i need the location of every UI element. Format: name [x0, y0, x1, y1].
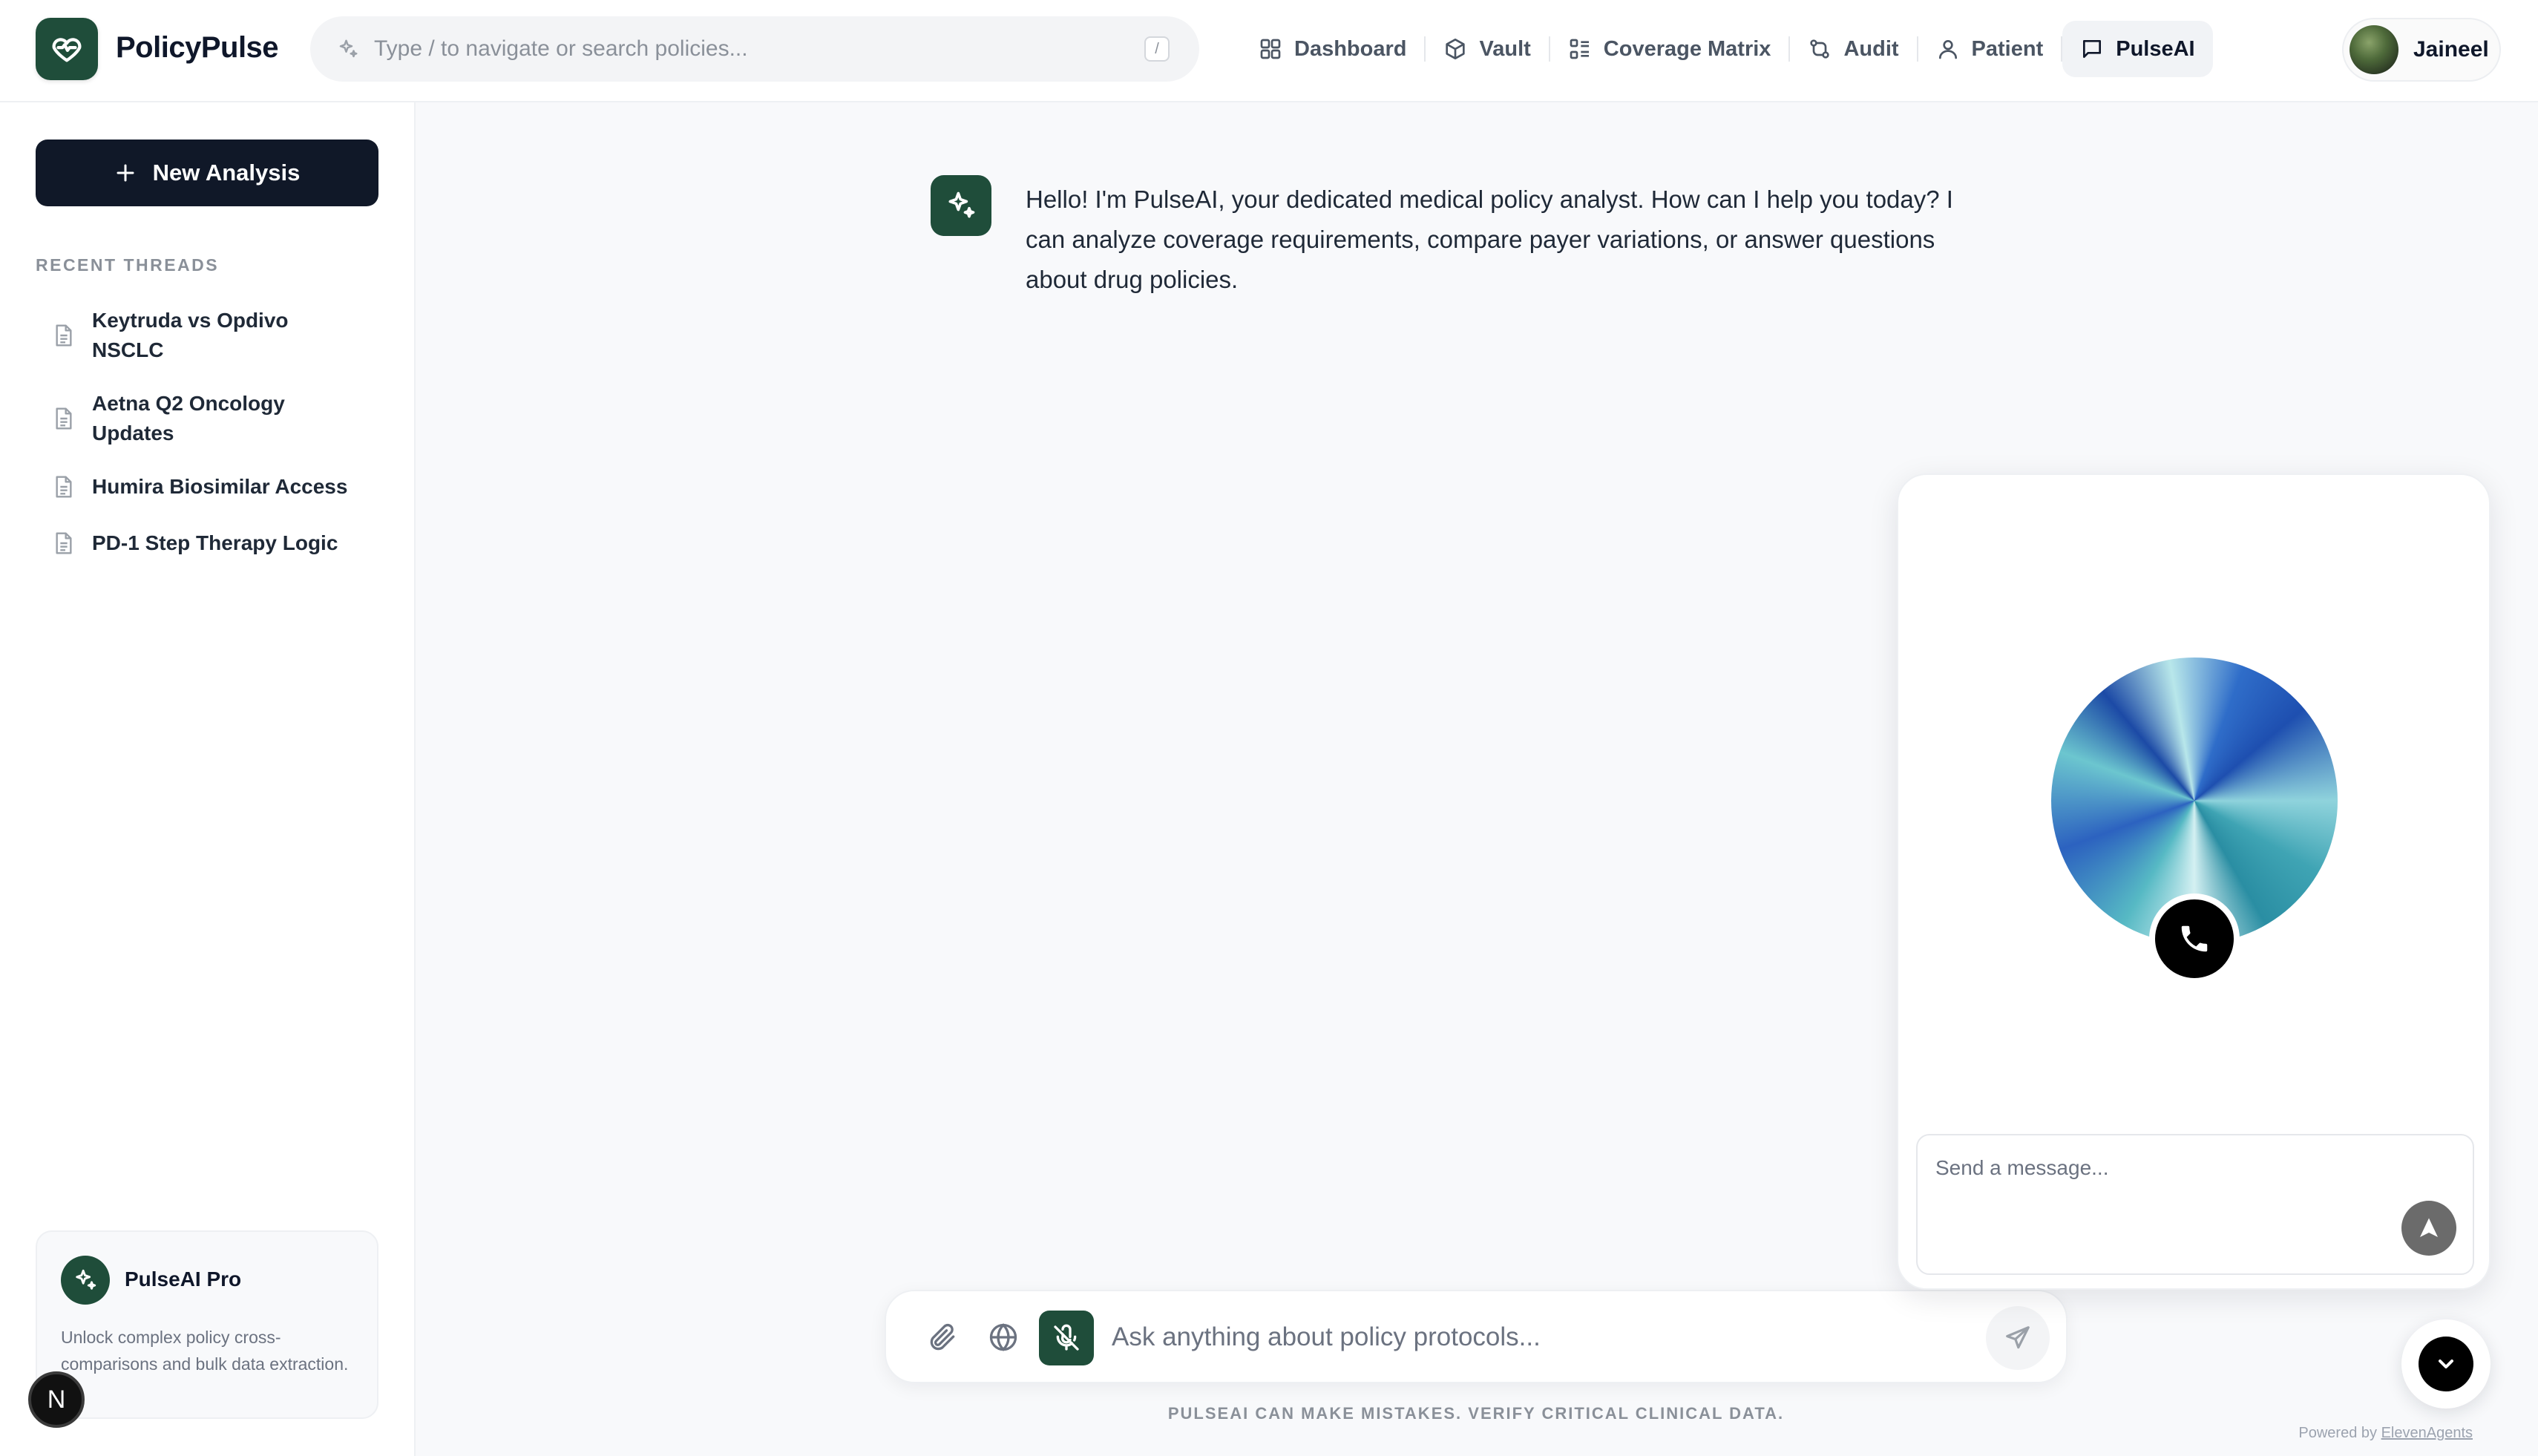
widget-send-button[interactable]	[2401, 1201, 2456, 1256]
send-icon	[2004, 1324, 2032, 1352]
phone-icon	[2177, 922, 2211, 956]
widget-input-placeholder: Send a message...	[1935, 1156, 2109, 1179]
plus-icon	[114, 162, 153, 184]
search-input[interactable]: Type / to navigate or search policies...	[374, 36, 1144, 62]
nav-coverage-matrix[interactable]: Coverage Matrix	[1550, 21, 1789, 77]
nav-dashboard[interactable]: Dashboard	[1241, 21, 1424, 77]
chat-composer: Ask anything about policy protocols...	[885, 1290, 2068, 1383]
user-icon	[1936, 37, 1972, 61]
nav-label: PulseAI	[2116, 36, 2195, 61]
nav-label: Audit	[1843, 36, 1899, 61]
nav-audit[interactable]: Audit	[1790, 21, 1916, 77]
thread-label: Aetna Q2 Oncology Updates	[92, 392, 285, 445]
powered-link[interactable]: ElevenAgents	[2381, 1425, 2473, 1441]
widget-toggle-button[interactable]	[2401, 1319, 2491, 1409]
nav-vault[interactable]: Vault	[1426, 21, 1548, 77]
globe-icon[interactable]	[987, 1321, 1020, 1354]
nav-label: Coverage Matrix	[1603, 36, 1771, 61]
recent-threads-heading: RECENT THREADS	[36, 255, 220, 275]
nav-patient[interactable]: Patient	[1918, 21, 2062, 77]
arrow-up-icon	[2416, 1215, 2442, 1242]
brand-name: PolicyPulse	[116, 31, 279, 64]
sparkle-icon	[337, 38, 359, 60]
dev-tools-badge[interactable]: N	[28, 1371, 85, 1428]
sidebar: New Analysis RECENT THREADS Keytruda vs …	[0, 102, 416, 1456]
new-analysis-button[interactable]: New Analysis	[36, 140, 378, 206]
global-search[interactable]: Type / to navigate or search policies...…	[310, 16, 1199, 82]
thread-label: Humira Biosimilar Access	[92, 475, 348, 498]
thread-label: Keytruda vs Opdivo NSCLC	[92, 309, 289, 361]
nav-label: Patient	[1971, 36, 2044, 61]
pro-title: PulseAI Pro	[125, 1268, 242, 1291]
disclaimer-text: PULSEAI CAN MAKE MISTAKES. VERIFY CRITIC…	[1167, 1404, 1785, 1423]
user-name: Jaineel	[2413, 37, 2489, 62]
assistant-avatar	[931, 175, 991, 236]
sparkle-icon	[61, 1256, 110, 1305]
paperclip-icon[interactable]	[926, 1321, 959, 1354]
mic-off-icon	[1052, 1323, 1081, 1353]
main-nav: Dashboard Vault Coverage Matrix Audit Pa…	[1241, 19, 2213, 79]
assistant-message: Hello! I'm PulseAI, your dedicated medic…	[1026, 186, 1953, 293]
thread-item[interactable]: PD-1 Step Therapy Logic	[36, 515, 378, 571]
git-compare-icon	[1808, 37, 1843, 61]
user-menu[interactable]: Jaineel	[2342, 18, 2501, 82]
document-icon	[53, 475, 92, 499]
pro-description: Unlock complex policy cross-comparisons …	[61, 1328, 349, 1374]
nav-pulseai[interactable]: PulseAI	[2062, 21, 2213, 77]
nav-label: Vault	[1479, 36, 1531, 61]
top-header: PolicyPulse Type / to navigate or search…	[0, 0, 2538, 102]
pulseai-pro-card[interactable]: PulseAI Pro Unlock complex policy cross-…	[36, 1230, 378, 1419]
powered-prefix: Powered by	[2298, 1425, 2378, 1441]
nav-label: Dashboard	[1294, 36, 1407, 61]
chat-icon	[2080, 37, 2116, 61]
new-analysis-label: New Analysis	[152, 160, 301, 186]
shortcut-key: /	[1144, 36, 1170, 62]
list-grid-icon	[1568, 37, 1604, 61]
send-button[interactable]	[1986, 1306, 2050, 1370]
chevron-down-icon	[2419, 1337, 2473, 1391]
chat-input[interactable]: Ask anything about policy protocols...	[1112, 1322, 1541, 1352]
document-icon	[53, 531, 92, 555]
voice-agent-widget: Send a message...	[1897, 473, 2491, 1290]
widget-message-input[interactable]: Send a message...	[1916, 1134, 2474, 1275]
thread-item[interactable]: Keytruda vs Opdivo NSCLC	[36, 292, 378, 378]
cube-icon	[1443, 37, 1479, 61]
thread-label: PD-1 Step Therapy Logic	[92, 531, 338, 554]
document-icon	[53, 324, 92, 347]
mic-off-button[interactable]	[1039, 1311, 1094, 1365]
powered-by: Powered by ElevenAgents	[2241, 1425, 2473, 1442]
avatar	[2350, 25, 2398, 74]
document-icon	[53, 407, 92, 430]
thread-list: Keytruda vs Opdivo NSCLC Aetna Q2 Oncolo…	[36, 292, 378, 571]
thread-item[interactable]: Humira Biosimilar Access	[36, 459, 378, 515]
grid-icon	[1259, 37, 1294, 61]
heart-pulse-logo-icon[interactable]	[36, 18, 98, 80]
start-call-button[interactable]	[2149, 893, 2240, 984]
thread-item[interactable]: Aetna Q2 Oncology Updates	[36, 378, 378, 459]
